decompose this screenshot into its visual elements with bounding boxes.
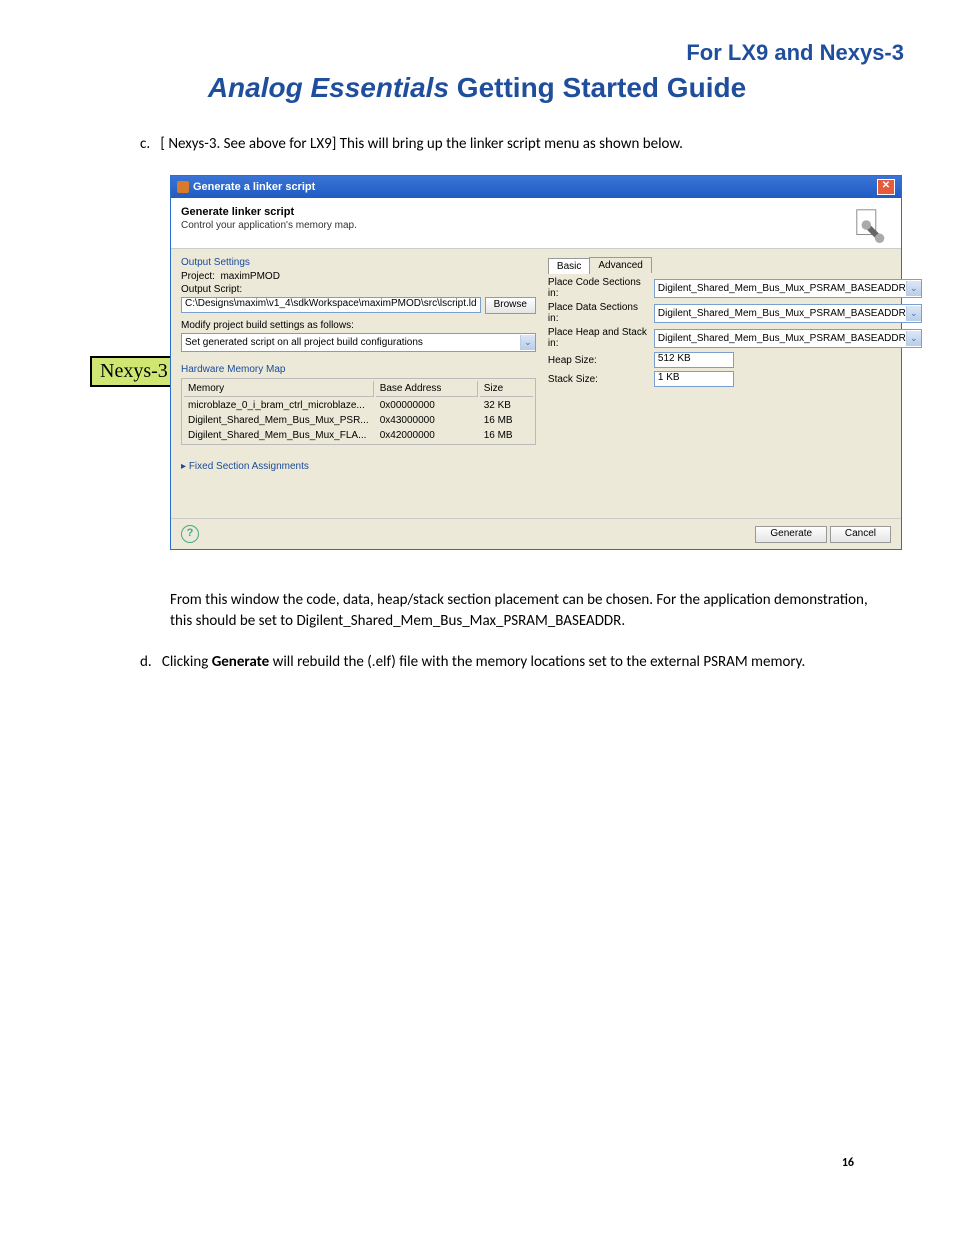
heap-stack-dropdown[interactable]: Digilent_Shared_Mem_Bus_Mux_PSRAM_BASEAD…: [654, 329, 922, 348]
linker-dialog: Generate a linker script ✕ Generate link…: [170, 175, 902, 550]
paragraph-after: From this window the code, data, heap/st…: [170, 590, 884, 632]
browse-button[interactable]: Browse: [485, 297, 536, 314]
cancel-button[interactable]: Cancel: [830, 526, 891, 543]
table-row: Digilent_Shared_Mem_Bus_Mux_FLA...0x4200…: [184, 429, 533, 442]
titlebar: Generate a linker script ✕: [171, 176, 901, 198]
close-icon[interactable]: ✕: [877, 179, 895, 195]
page-number: 16: [842, 1156, 854, 1170]
memory-table: Memory Base Address Size microblaze_0_i_…: [181, 378, 536, 445]
tab-basic[interactable]: Basic: [548, 258, 590, 274]
dialog-subheading: Control your application's memory map.: [181, 220, 357, 231]
data-sections-label: Place Data Sections in:: [548, 302, 648, 324]
modify-label: Modify project build settings as follows…: [181, 320, 536, 331]
fixed-assignments-expander[interactable]: Fixed Section Assignments: [181, 461, 536, 472]
paragraph-c: c. [ Nexys-3. See above for LX9] This wi…: [140, 134, 884, 155]
output-script-label: Output Script:: [181, 284, 536, 295]
output-settings-label: Output Settings: [181, 257, 536, 268]
dialog-heading: Generate linker script: [181, 206, 357, 218]
heap-stack-label: Place Heap and Stack in:: [548, 327, 648, 349]
output-script-input[interactable]: C:\Designs\maxim\v1_4\sdkWorkspace\maxim…: [181, 297, 481, 313]
heap-size-input[interactable]: 512 KB: [654, 352, 734, 368]
tab-advanced[interactable]: Advanced: [589, 257, 651, 273]
stack-size-label: Stack Size:: [548, 374, 648, 385]
col-base[interactable]: Base Address: [376, 381, 478, 397]
chevron-down-icon: ⌄: [906, 331, 921, 346]
stack-size-input[interactable]: 1 KB: [654, 371, 734, 387]
page-title: Analog Essentials Getting Started Guide: [50, 72, 904, 104]
generate-button[interactable]: Generate: [755, 526, 827, 543]
header-subtitle: For LX9 and Nexys-3: [50, 40, 904, 66]
data-sections-dropdown[interactable]: Digilent_Shared_Mem_Bus_Mux_PSRAM_BASEAD…: [654, 304, 922, 323]
col-memory[interactable]: Memory: [184, 381, 374, 397]
table-row: microblaze_0_i_bram_ctrl_microblaze...0x…: [184, 399, 533, 412]
list-marker-d: d.: [140, 653, 152, 671]
title-italic: Analog Essentials: [208, 72, 449, 103]
titlebar-text: Generate a linker script: [177, 181, 315, 193]
modify-dropdown[interactable]: Set generated script on all project buil…: [181, 333, 536, 352]
heap-size-label: Heap Size:: [548, 355, 648, 366]
table-row: Digilent_Shared_Mem_Bus_Mux_PSR...0x4300…: [184, 414, 533, 427]
title-rest: Getting Started Guide: [449, 72, 746, 103]
col-size[interactable]: Size: [480, 381, 533, 397]
list-marker-c: c.: [140, 135, 150, 153]
code-sections-label: Place Code Sections in:: [548, 277, 648, 299]
project-row: Project: maximPMOD: [181, 271, 536, 282]
code-sections-dropdown[interactable]: Digilent_Shared_Mem_Bus_Mux_PSRAM_BASEAD…: [654, 279, 922, 298]
chevron-down-icon: ⌄: [906, 306, 921, 321]
paragraph-d: d. Clicking Generate will rebuild the (.…: [140, 652, 884, 673]
chevron-down-icon: ⌄: [906, 281, 921, 296]
hw-map-label: Hardware Memory Map: [181, 364, 536, 375]
nexys-tag: Nexys-3: [90, 356, 178, 387]
help-icon[interactable]: ?: [181, 525, 199, 543]
chevron-down-icon: ⌄: [520, 335, 535, 350]
para-c-text: [ Nexys-3. See above for LX9] This will …: [160, 135, 683, 153]
link-icon: [853, 206, 891, 244]
